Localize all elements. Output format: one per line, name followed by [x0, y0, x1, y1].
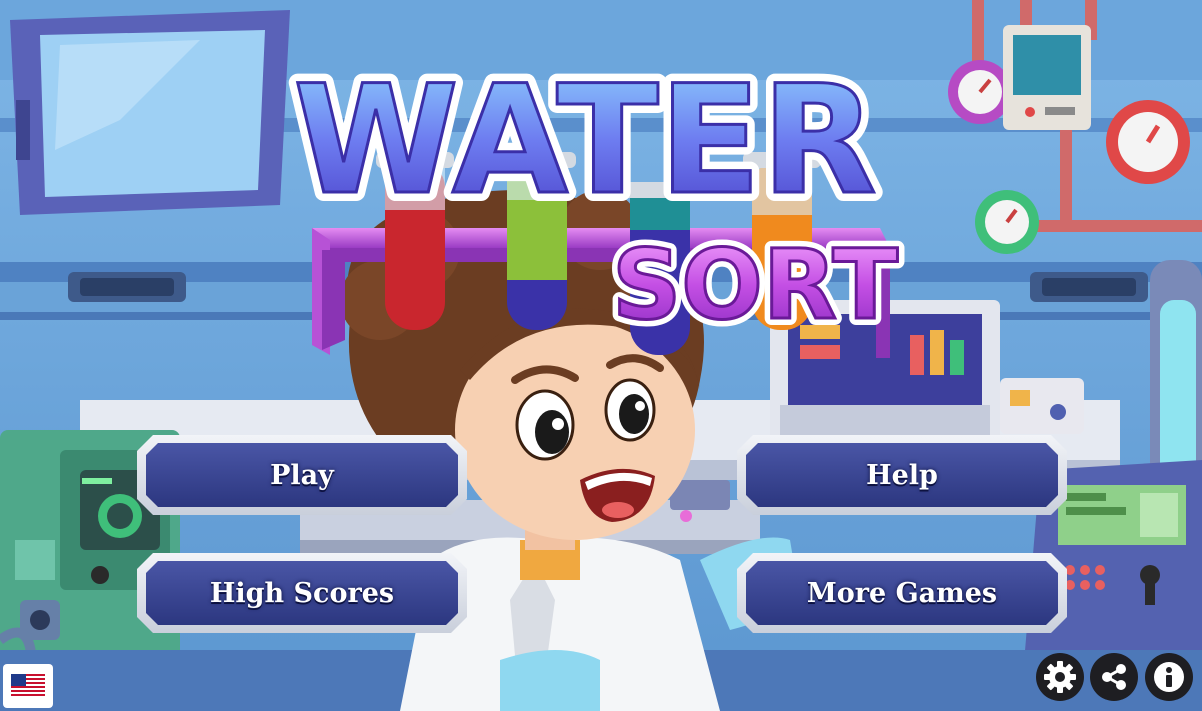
high-scores-button[interactable]: High Scores — [137, 553, 467, 633]
pressure-gauge — [975, 190, 1039, 254]
settings-button[interactable] — [1036, 653, 1084, 701]
share-button[interactable] — [1090, 653, 1138, 701]
more-games-button-face: More Games — [746, 561, 1058, 625]
help-button[interactable]: Help — [737, 435, 1067, 515]
wall-control-panel — [1003, 25, 1091, 130]
high-scores-button-label: High Scores — [209, 577, 395, 609]
more-games-button-label: More Games — [806, 577, 998, 609]
info-button[interactable] — [1145, 653, 1193, 701]
title-water: WATER — [293, 54, 876, 228]
game-stage: WATER WATER SORT SORT Play Help High Sco… — [0, 0, 1202, 711]
pressure-gauge — [948, 60, 1012, 124]
language-button[interactable] — [3, 664, 53, 708]
wall-monitor — [10, 10, 290, 215]
play-button-label: Play — [270, 459, 334, 491]
gear-icon — [1044, 661, 1076, 693]
us-flag-icon — [11, 674, 45, 698]
pressure-gauge — [1106, 100, 1190, 184]
title-sort: SORT — [612, 229, 898, 341]
play-button-face: Play — [146, 443, 458, 507]
share-icon — [1102, 664, 1126, 690]
more-games-button[interactable]: More Games — [737, 553, 1067, 633]
high-scores-button-face: High Scores — [146, 561, 458, 625]
info-icon — [1154, 662, 1184, 692]
help-button-label: Help — [866, 459, 938, 491]
play-button[interactable]: Play — [137, 435, 467, 515]
help-button-face: Help — [746, 443, 1058, 507]
